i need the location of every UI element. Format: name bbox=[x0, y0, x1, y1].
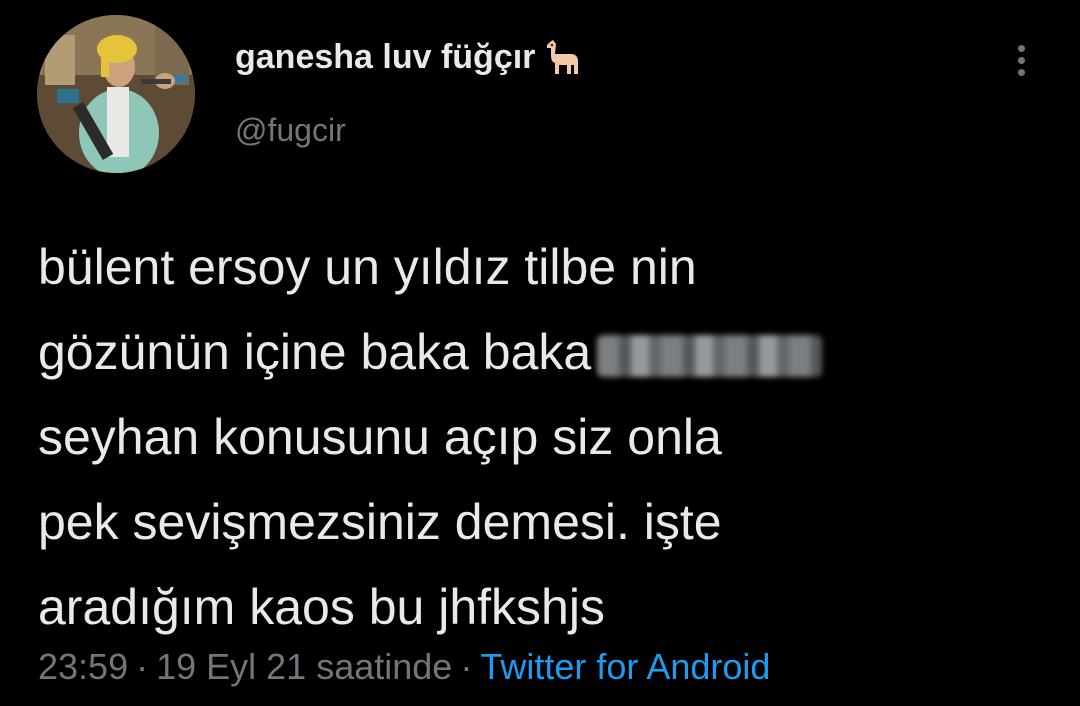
separator: · bbox=[460, 646, 473, 687]
tweet-date[interactable]: 19 Eyl 21 saatinde bbox=[156, 646, 452, 687]
avatar[interactable] bbox=[37, 15, 195, 173]
llama-icon bbox=[547, 40, 579, 74]
more-options-icon-dot bbox=[1017, 68, 1025, 76]
author-name-row[interactable]: ganesha luv füğçır bbox=[235, 34, 587, 80]
tweet-line: pek sevişmezsiniz demesi. işte bbox=[38, 494, 722, 550]
more-options-button[interactable] bbox=[1005, 40, 1037, 80]
profile-photo bbox=[37, 15, 195, 173]
handle[interactable]: @fugcir bbox=[235, 110, 346, 150]
tweet-line: seyhan konusunu açıp siz onla bbox=[38, 409, 722, 465]
tweet-line-text: gözünün içine baka baka bbox=[38, 324, 592, 380]
more-options-icon bbox=[1017, 44, 1025, 52]
separator: · bbox=[136, 646, 149, 687]
source-link[interactable]: Twitter for Android bbox=[480, 646, 770, 687]
tweet-meta: 23:59 · 19 Eyl 21 saatinde · Twitter for And… bbox=[38, 643, 770, 691]
tweet-text: bülent ersoy un yıldız tilbe nin gözünün… bbox=[38, 225, 1048, 650]
more-options-icon-dot bbox=[1017, 56, 1025, 64]
tweet-line: bülent ersoy un yıldız tilbe nin bbox=[38, 239, 697, 295]
tweet-time[interactable]: 23:59 bbox=[38, 646, 128, 687]
censored-text bbox=[597, 334, 823, 377]
display-name[interactable]: ganesha luv füğçır bbox=[235, 37, 535, 77]
tweet-line: aradığım kaos bu jhfkshjs bbox=[38, 579, 605, 635]
tweet-line: gözünün içine baka baka bbox=[38, 310, 1048, 395]
